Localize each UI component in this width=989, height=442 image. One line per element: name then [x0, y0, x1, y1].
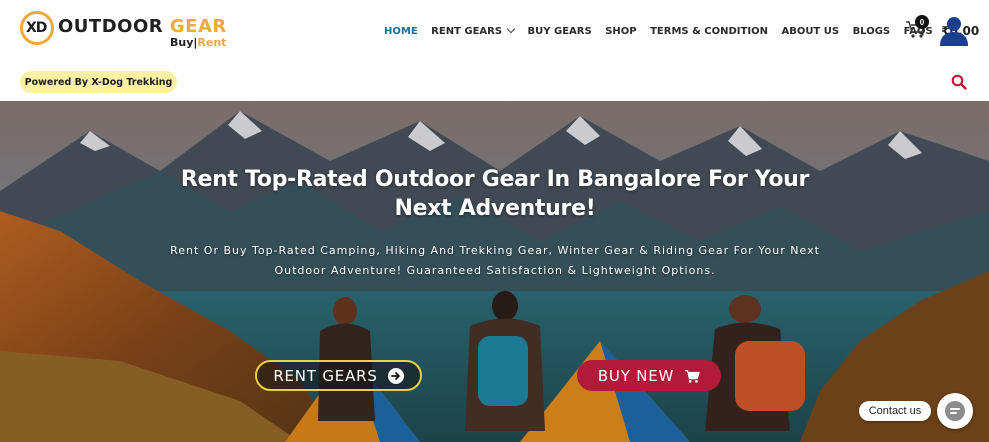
- contact-us-bubble[interactable]: Contact us: [859, 401, 931, 421]
- nav-home-label: HOME: [384, 25, 418, 37]
- hero-banner: Rent Top-Rated Outdoor Gear In Bangalore…: [0, 101, 989, 442]
- nav-terms[interactable]: TERMS & CONDITION: [650, 26, 768, 37]
- powered-by-badge[interactable]: Powered By X-Dog Trekking: [20, 71, 177, 93]
- hero-subtitle: Rent Or Buy Top-Rated Camping, Hiking An…: [170, 244, 820, 277]
- nav-blogs[interactable]: BLOGS: [853, 26, 891, 37]
- nav-terms-label: TERMS & CONDITION: [650, 25, 768, 37]
- main-nav: HOME RENT GEARS BUY GEARS SHOP TERMS & C…: [384, 24, 979, 38]
- nav-shop[interactable]: SHOP: [605, 26, 636, 37]
- contact-chat-button[interactable]: [937, 393, 973, 429]
- chevron-down-icon: [506, 24, 516, 34]
- nav-buy-gears[interactable]: BUY GEARS: [528, 26, 592, 37]
- nav-buy-gears-label: BUY GEARS: [527, 25, 592, 37]
- nav-rent-gears-label: RENT GEARS: [431, 25, 503, 37]
- buy-new-button-label: BUY NEW: [597, 366, 675, 385]
- chat-icon: [945, 401, 965, 421]
- logo-title-outdoor: OUTDOOR: [58, 16, 164, 37]
- nav-about-us[interactable]: ABOUT US: [781, 26, 839, 37]
- logo-mark: XD: [26, 20, 47, 36]
- logo-tag-buy: Buy: [170, 36, 194, 49]
- buy-new-button[interactable]: BUY NEW: [577, 360, 721, 391]
- nav-rent-gears[interactable]: RENT GEARS: [431, 24, 516, 37]
- rent-gears-button[interactable]: RENT GEARS: [255, 360, 422, 391]
- logo-title: OUTDOOR GEAR: [58, 16, 227, 37]
- nav-home[interactable]: HOME: [384, 26, 418, 37]
- nav-about-us-label: ABOUT US: [781, 25, 840, 37]
- nav-blogs-label: BLOGS: [852, 25, 891, 37]
- shopping-cart-icon: [685, 369, 700, 383]
- logo-title-gear: GEAR: [169, 16, 227, 37]
- nav-shop-label: SHOP: [605, 25, 637, 37]
- hero-title: Rent Top-Rated Outdoor Gear In Bangalore…: [180, 167, 810, 221]
- site-logo[interactable]: XD OUTDOOR GEAR Buy|Rent: [20, 10, 235, 50]
- cart-count-badge: 0: [915, 15, 929, 29]
- user-icon[interactable]: [938, 14, 970, 46]
- site-header: XD OUTDOOR GEAR Buy|Rent HOME RENT GEARS…: [0, 0, 989, 101]
- logo-tag-rent: Rent: [197, 36, 227, 49]
- search-icon[interactable]: [951, 74, 967, 90]
- arrow-right-circle-icon: [387, 367, 404, 384]
- rent-gears-button-label: RENT GEARS: [273, 366, 378, 385]
- logo-tagline: Buy|Rent: [170, 36, 226, 49]
